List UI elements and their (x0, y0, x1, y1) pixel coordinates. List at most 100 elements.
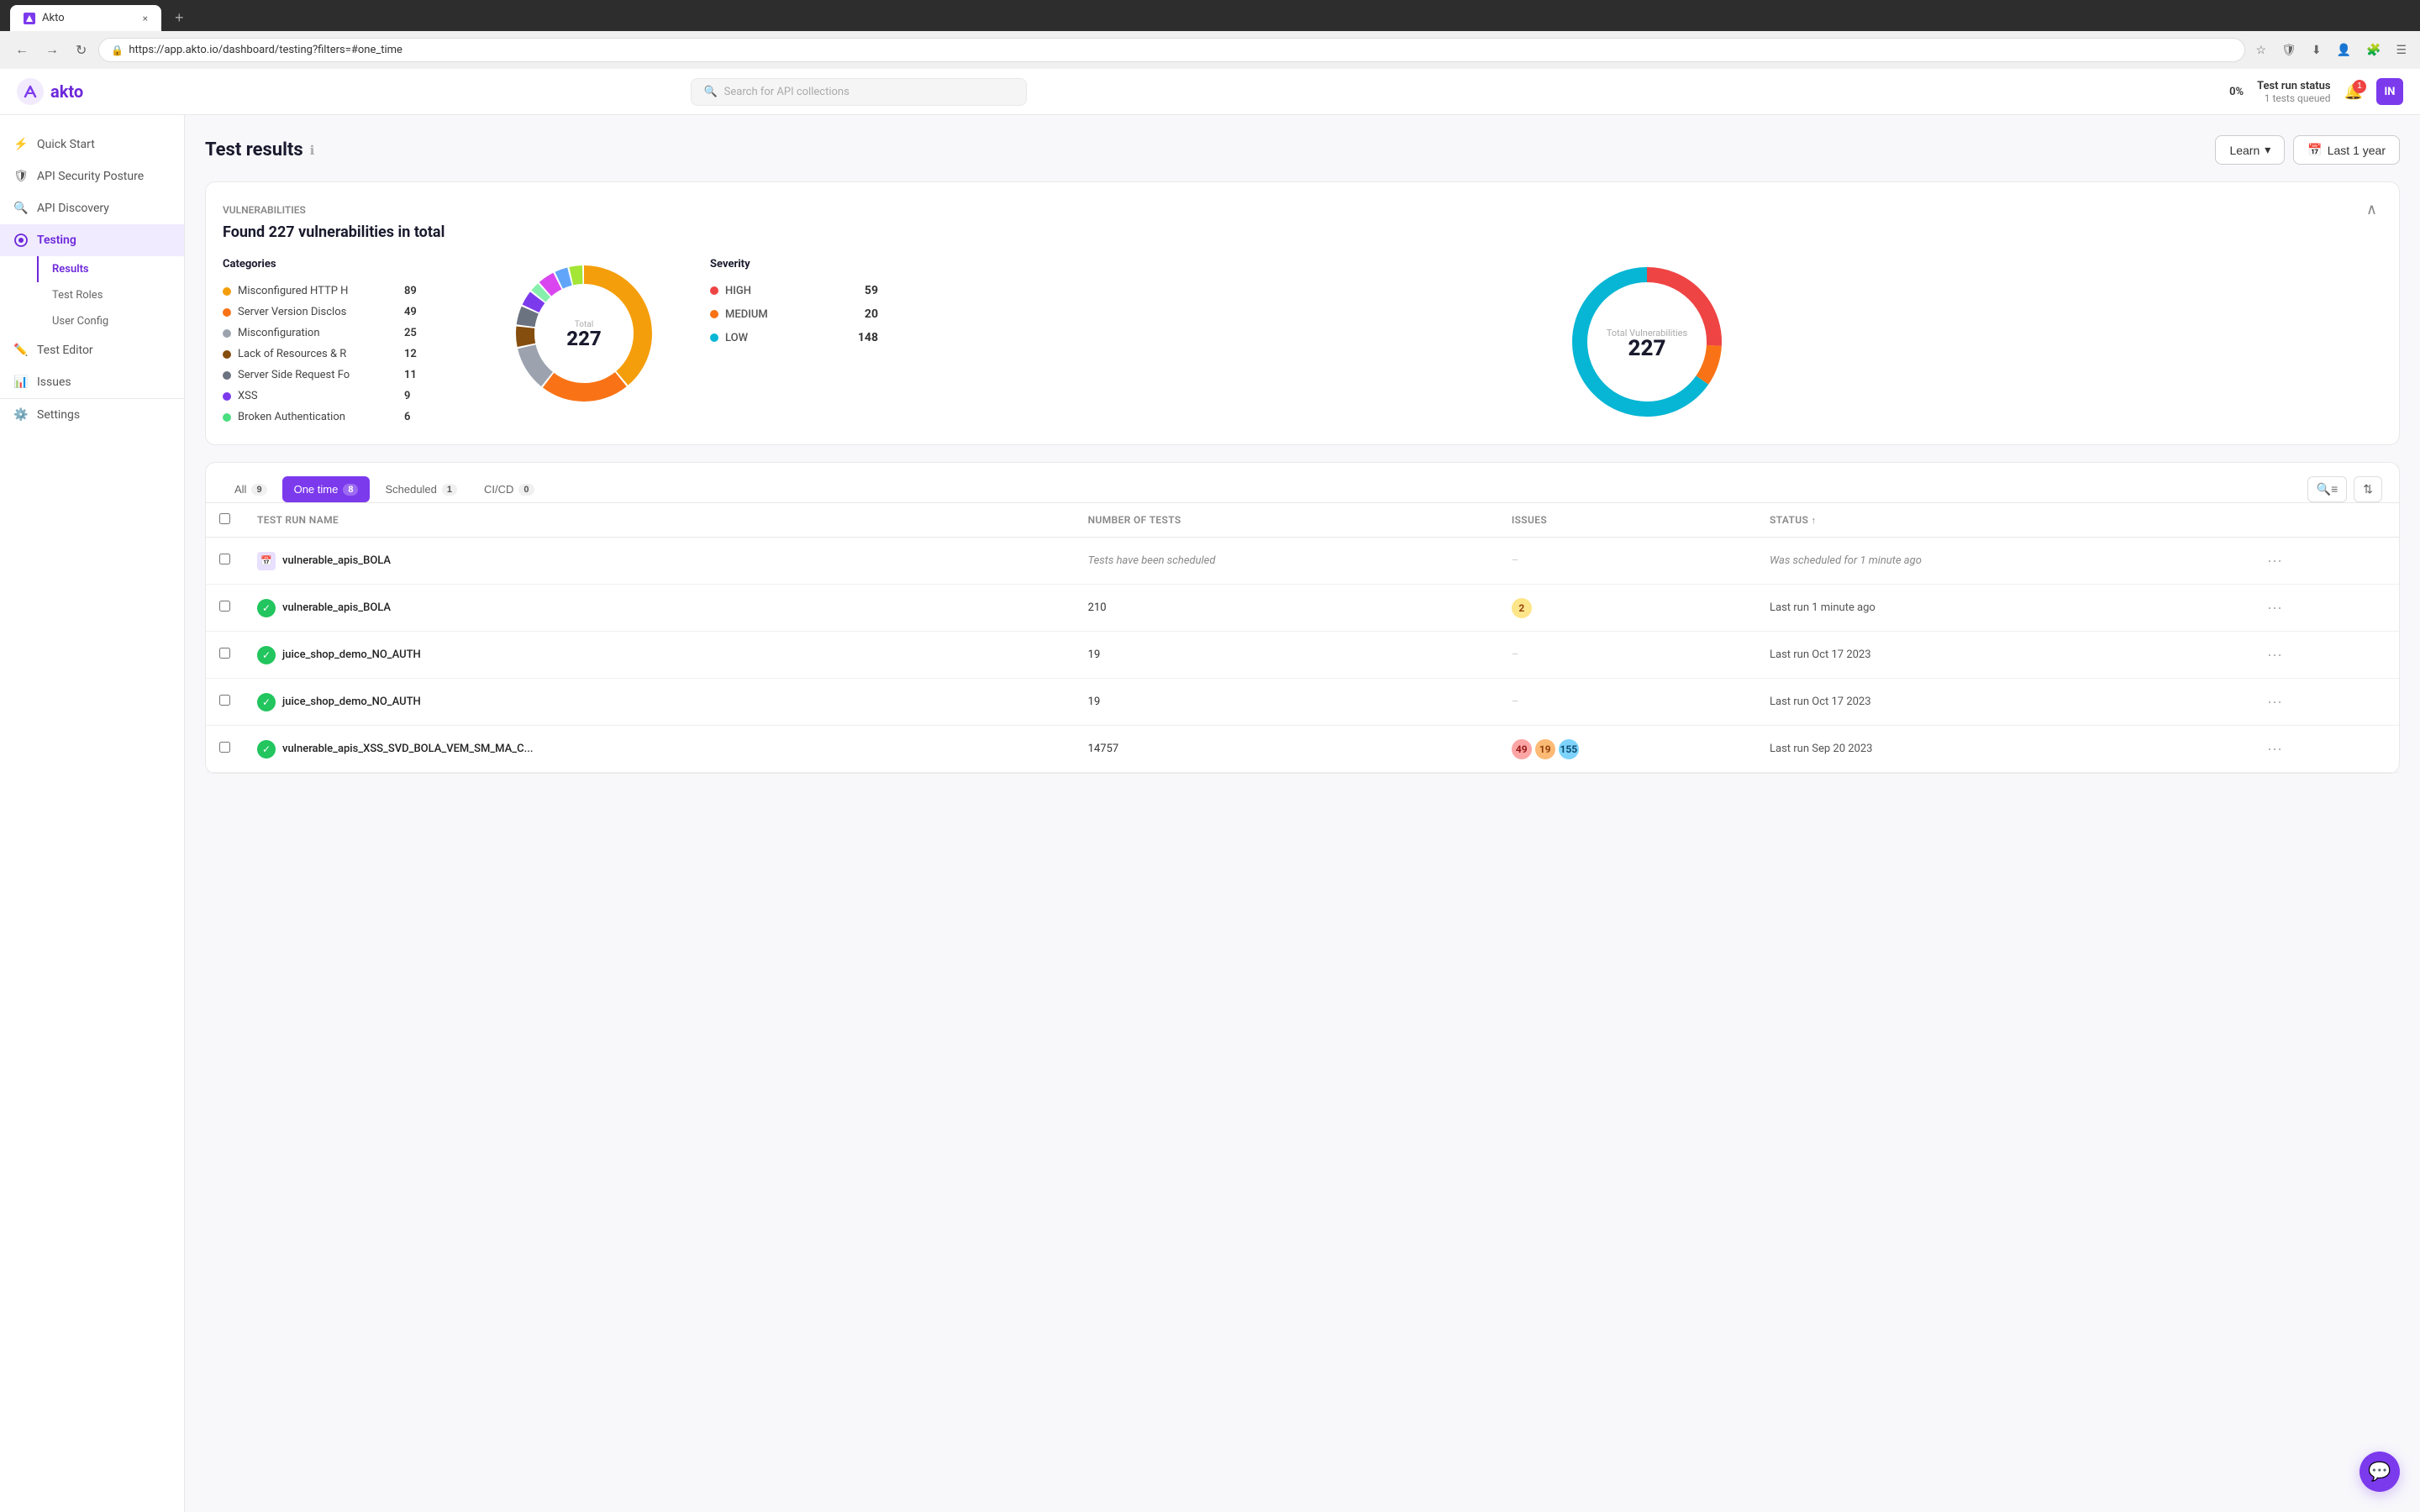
category-name: Server Side Request Fo (238, 369, 397, 381)
category-row: Misconfigured HTTP H 89 (223, 281, 458, 302)
sidebar-item-settings[interactable]: ⚙️ Settings (0, 398, 184, 431)
category-name: Broken Authentication (238, 411, 397, 423)
more-actions-btn[interactable]: ··· (2260, 643, 2289, 667)
date-filter-btn[interactable]: 📅 Last 1 year (2293, 135, 2400, 165)
category-count: 6 (404, 411, 410, 423)
tab-all[interactable]: All 9 (223, 476, 279, 502)
issues-badge-orange: 19 (1535, 739, 1555, 759)
category-count: 49 (404, 306, 417, 318)
header-search[interactable]: 🔍 Search for API collections (691, 78, 1027, 106)
issues-badge-red: 49 (1512, 739, 1532, 759)
issues-cell: – (1498, 632, 1756, 679)
sidebar-label-settings: Settings (37, 408, 80, 422)
issues-cell: 49 19 155 (1498, 726, 1756, 773)
refresh-btn[interactable]: ↻ (71, 39, 92, 62)
profile-icon[interactable]: 👤 (2333, 40, 2354, 60)
sidebar-sub-user-config[interactable]: User Config (37, 308, 184, 334)
learn-btn[interactable]: Learn ▾ (2215, 135, 2285, 165)
browser-tab[interactable]: Akto × (10, 5, 161, 31)
page-header: Test results ℹ Learn ▾ 📅 Last 1 year (205, 135, 2400, 165)
category-row: Broken Authentication 6 (223, 407, 458, 428)
search-placeholder: Search for API collections (724, 86, 850, 98)
tab-close-btn[interactable]: × (143, 13, 148, 24)
sidebar-item-api-security[interactable]: 🛡 API Security Posture (0, 160, 184, 192)
issues-cell: – (1498, 538, 1756, 585)
row-checkbox[interactable] (219, 554, 230, 564)
page-info-icon[interactable]: ℹ (310, 143, 315, 158)
search-icon: 🔍 (703, 86, 717, 98)
download-icon[interactable]: ⬇ (2308, 40, 2325, 60)
avatar[interactable]: IN (2376, 78, 2403, 105)
issues-cell: – (1498, 679, 1756, 726)
chevron-down-icon: ▾ (2265, 143, 2270, 157)
browser-tab-bar: Akto × + (0, 0, 2420, 31)
sidebar-label-test-editor: Test Editor (37, 344, 93, 357)
category-row: Lack of Resources & R 12 (223, 344, 458, 365)
table-tabs: All 9 One time 8 Scheduled 1 CI/CD 0 (206, 463, 2399, 503)
chat-button[interactable]: 💬 (2360, 1452, 2400, 1492)
success-icon: ✓ (257, 599, 276, 617)
tab-one-time[interactable]: One time 8 (282, 476, 371, 502)
notification-btn[interactable]: 🔔 1 (2344, 83, 2363, 101)
app-logo: akto (17, 78, 83, 105)
tab-cicd[interactable]: CI/CD 0 (472, 476, 546, 502)
more-actions-btn[interactable]: ··· (2260, 596, 2289, 620)
category-name: Lack of Resources & R (238, 348, 397, 360)
issues-badge-blue: 155 (1559, 739, 1579, 759)
category-name: Misconfiguration (238, 327, 397, 339)
data-table: Test run name Number of tests Issues Sta… (206, 503, 2399, 773)
calendar-icon: 📅 (257, 552, 276, 570)
test-run-status: Test run status 1 tests queued (2257, 80, 2330, 104)
run-name: vulnerable_apis_BOLA (282, 601, 391, 614)
settings-icon: ⚙️ (13, 407, 29, 423)
run-name: juice_shop_demo_NO_AUTH (282, 696, 421, 708)
sidebar-item-quick-start[interactable]: ⚡ Quick Start (0, 129, 184, 160)
sidebar-item-test-editor[interactable]: ✏️ Test Editor (0, 334, 184, 366)
back-btn[interactable]: ← (10, 39, 34, 61)
browser-nav-icons: ☆ 🛡 ⬇ 👤 🧩 ☰ (2252, 40, 2410, 60)
tests-queued: 1 tests queued (2257, 92, 2330, 104)
sidebar-item-api-discovery[interactable]: 🔍 API Discovery (0, 192, 184, 224)
col-status: Status ↑ (1756, 503, 2247, 538)
tests-count: 19 (1075, 679, 1498, 726)
more-actions-btn[interactable]: ··· (2260, 737, 2289, 761)
row-checkbox[interactable] (219, 648, 230, 659)
row-checkbox[interactable] (219, 601, 230, 612)
more-actions-btn[interactable]: ··· (2260, 690, 2289, 714)
severity-dot (710, 310, 718, 318)
forward-btn[interactable]: → (40, 39, 64, 61)
table-row: ✓ vulnerable_apis_BOLA 210 2 Last run 1 … (206, 585, 2399, 632)
status-cell: Was scheduled for 1 minute ago (1756, 538, 2247, 585)
category-dot (223, 350, 231, 359)
sidebar-sub-test-roles[interactable]: Test Roles (37, 282, 184, 308)
table-row: ✓ juice_shop_demo_NO_AUTH 19 – Last run … (206, 679, 2399, 726)
category-count: 11 (404, 369, 417, 381)
page-title-row: Test results ℹ (205, 139, 314, 160)
collapse-btn[interactable]: ∧ (2361, 199, 2382, 220)
select-all-checkbox[interactable] (219, 513, 230, 524)
bookmark-icon[interactable]: ☆ (2252, 40, 2270, 60)
menu-icon[interactable]: ☰ (2392, 40, 2410, 60)
tab-one-time-badge: 8 (343, 484, 358, 496)
sidebar-item-testing[interactable]: Testing (0, 224, 184, 256)
tab-scheduled[interactable]: Scheduled 1 (373, 476, 469, 502)
category-row: Server Version Disclos 49 (223, 302, 458, 323)
sidebar-sub-results[interactable]: Results (37, 256, 184, 282)
category-name: Server Version Disclos (238, 306, 397, 318)
row-checkbox[interactable] (219, 742, 230, 753)
app-header: akto 🔍 Search for API collections 0% Tes… (0, 69, 2420, 115)
app-root: Akto × + ← → ↻ 🔒 https://app.akto.io/das… (0, 0, 2420, 1512)
extensions-icon[interactable]: 🧩 (2363, 40, 2384, 60)
new-tab-btn[interactable]: + (168, 6, 191, 30)
table-row: ✓ juice_shop_demo_NO_AUTH 19 – Last run … (206, 632, 2399, 679)
sidebar-item-issues[interactable]: 📊 Issues (0, 366, 184, 398)
bug-icon (13, 233, 29, 248)
shield-icon[interactable]: 🛡 (2278, 40, 2300, 60)
chart-icon: 📊 (13, 375, 29, 390)
sort-btn[interactable]: ⇅ (2354, 476, 2382, 502)
search-filter-btn[interactable]: 🔍≡ (2307, 476, 2348, 502)
url-bar[interactable]: 🔒 https://app.akto.io/dashboard/testing?… (98, 38, 2245, 62)
category-dot (223, 329, 231, 338)
row-checkbox[interactable] (219, 695, 230, 706)
more-actions-btn[interactable]: ··· (2260, 549, 2289, 573)
